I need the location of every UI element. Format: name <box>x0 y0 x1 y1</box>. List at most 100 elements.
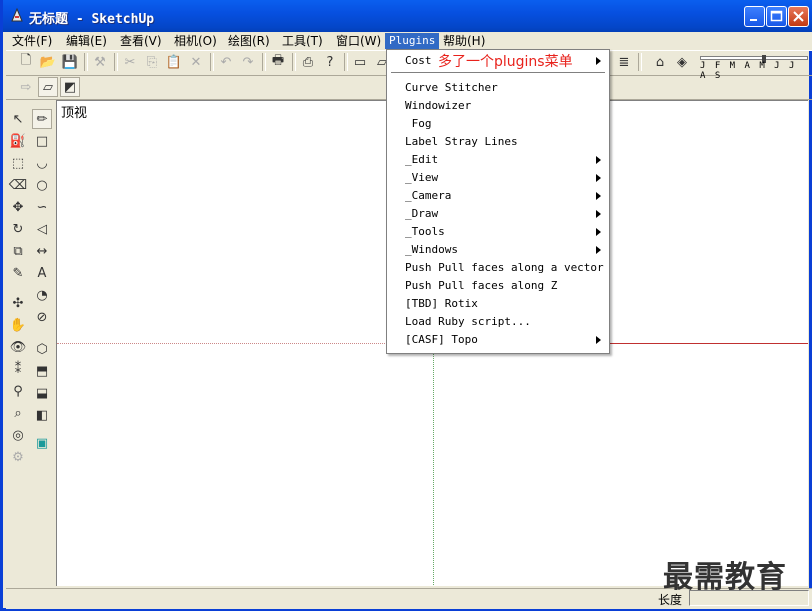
undo-icon[interactable]: ↶ <box>216 52 236 72</box>
make-component-icon[interactable]: ⚒ <box>90 52 110 72</box>
copy-icon[interactable]: ⎘ <box>142 52 162 72</box>
menu-item-push-pull-vector[interactable]: Push Pull faces along a vector <box>405 260 604 276</box>
annotation-callout: 多了一个plugins菜单 <box>438 54 573 70</box>
section-plane-icon[interactable]: ⇨ <box>16 77 36 97</box>
views-icon[interactable]: ▭ <box>350 52 370 72</box>
erase-icon[interactable]: ✕ <box>186 52 206 72</box>
menu-item-tools[interactable]: _Tools <box>405 224 445 240</box>
submenu-arrow-icon <box>596 336 601 344</box>
shadow-timeline[interactable]: J F M A M J J A S <box>700 55 808 81</box>
menu-item-windowizer[interactable]: Windowizer <box>405 98 471 114</box>
toolbar-separator <box>114 53 118 71</box>
menu-item-fog[interactable]: Fog <box>405 116 432 132</box>
toolbar-separator <box>210 53 214 71</box>
rectangle-icon[interactable]: □ <box>32 131 52 151</box>
shadow-settings-icon[interactable]: ⌂ <box>650 52 670 72</box>
menu-draw[interactable]: 绘图(R) <box>224 33 274 49</box>
menu-item-curve-stitcher[interactable]: Curve Stitcher <box>405 80 498 96</box>
walk-footprints-icon[interactable]: ⁑ <box>8 359 28 379</box>
xray-view-icon[interactable]: ▣ <box>32 433 52 453</box>
select-arrow-icon[interactable]: ↖ <box>8 109 28 129</box>
plugins-dropdown-menu: Cost Curve Stitcher Windowizer Fog Label… <box>386 49 610 354</box>
menu-item-draw[interactable]: _Draw <box>405 206 438 222</box>
scale-icon[interactable]: ⧉ <box>8 241 28 261</box>
circle-icon[interactable]: ○ <box>32 175 52 195</box>
previous-view-icon[interactable]: ⚙ <box>8 447 28 467</box>
menu-item-cost[interactable]: Cost <box>405 53 432 69</box>
print-icon[interactable]: 🖶 <box>268 52 288 72</box>
display-section-planes-icon[interactable]: ▱ <box>38 77 58 97</box>
submenu-arrow-icon <box>596 57 601 65</box>
paint-bucket-icon[interactable]: ⛽ <box>8 131 28 151</box>
display-section-cuts-icon[interactable]: ◩ <box>60 77 80 97</box>
zoom-extents-icon[interactable]: ◎ <box>8 425 28 445</box>
front-view-tool-icon[interactable]: ⬓ <box>32 383 52 403</box>
submenu-arrow-icon <box>596 192 601 200</box>
minimize-icon <box>750 19 757 21</box>
freehand-icon[interactable]: ∽ <box>32 197 52 217</box>
menu-camera[interactable]: 相机(O) <box>170 33 221 49</box>
open-folder-icon[interactable]: 📂 <box>38 52 58 72</box>
menu-item-edit[interactable]: _Edit <box>405 152 438 168</box>
menu-view[interactable]: 查看(V) <box>116 33 166 49</box>
orbit-icon[interactable]: ✣ <box>8 293 28 313</box>
zoom-window-icon[interactable]: ⌕ <box>8 403 28 423</box>
menu-item-casf-topo[interactable]: [CASF] Topo <box>405 332 478 348</box>
menu-item-load-ruby-script[interactable]: Load Ruby script... <box>405 314 531 330</box>
paste-icon[interactable]: 📋 <box>164 52 184 72</box>
menu-item-label-stray-lines[interactable]: Label Stray Lines <box>405 134 518 150</box>
menu-file[interactable]: 文件(F) <box>8 33 56 49</box>
cut-icon[interactable]: ✂ <box>120 52 140 72</box>
sketchup-app-icon <box>11 7 23 22</box>
pencil-line-icon[interactable]: ✏ <box>32 109 52 129</box>
toolbar-separator <box>344 53 348 71</box>
dimension-icon[interactable]: ↔ <box>32 241 52 261</box>
maximize-button[interactable] <box>766 6 787 27</box>
minimize-button[interactable] <box>744 6 765 27</box>
eraser-icon[interactable]: ⌫ <box>8 175 28 195</box>
menu-edit[interactable]: 编辑(E) <box>62 33 111 49</box>
watermark-logo: 最需教育 <box>663 560 787 595</box>
polygon-icon[interactable]: ◁ <box>32 219 52 239</box>
arc-icon[interactable]: ◡ <box>32 153 52 173</box>
axes-icon[interactable]: ⊘ <box>32 307 52 327</box>
maximize-icon <box>770 10 783 22</box>
display-shadows-icon[interactable]: ◈ <box>672 52 692 72</box>
timeline-track[interactable] <box>700 56 808 60</box>
tape-measure-icon[interactable]: ✎ <box>8 263 28 283</box>
menu-item-windows[interactable]: _Windows <box>405 242 458 258</box>
iso-view-tool-icon[interactable]: ⬡ <box>32 339 52 359</box>
menu-plugins[interactable]: Plugins <box>385 33 440 49</box>
top-view-tool-icon[interactable]: ⬒ <box>32 361 52 381</box>
look-around-eye-icon[interactable]: 👁 <box>8 337 28 357</box>
menu-item-rotix[interactable]: [TBD] Rotix <box>405 296 478 312</box>
make-component-tool-icon[interactable]: ⬚ <box>8 153 28 173</box>
title-bar[interactable]: 无标题 - SketchUp <box>3 0 812 32</box>
menu-item-camera[interactable]: _Camera <box>405 188 451 204</box>
model-info-icon[interactable]: ⎙ <box>298 52 318 72</box>
toolbar-separator <box>84 53 88 71</box>
menu-separator <box>391 72 605 73</box>
pan-hand-icon[interactable]: ✋ <box>8 315 28 335</box>
submenu-arrow-icon <box>596 156 601 164</box>
menu-item-push-pull-z[interactable]: Push Pull faces along Z <box>405 278 557 294</box>
context-help-icon[interactable]: ? <box>320 52 340 72</box>
layers-icon[interactable]: ≣ <box>614 52 634 72</box>
close-icon <box>793 11 804 22</box>
menu-window[interactable]: 窗口(W) <box>332 33 385 49</box>
right-view-tool-icon[interactable]: ◧ <box>32 405 52 425</box>
new-file-icon[interactable]: 🗋 <box>16 52 36 72</box>
close-button[interactable] <box>788 6 809 27</box>
menu-tools[interactable]: 工具(T) <box>278 33 327 49</box>
3d-text-icon[interactable]: A <box>32 263 52 283</box>
redo-icon[interactable]: ↷ <box>238 52 258 72</box>
zoom-icon[interactable]: ⚲ <box>8 381 28 401</box>
rotate-icon[interactable]: ↻ <box>8 219 28 239</box>
protractor-icon[interactable]: ◔ <box>32 285 52 305</box>
move-icon[interactable]: ✥ <box>8 197 28 217</box>
submenu-arrow-icon <box>596 228 601 236</box>
menu-item-view[interactable]: _View <box>405 170 438 186</box>
save-icon[interactable]: 💾 <box>60 52 80 72</box>
menu-help[interactable]: 帮助(H) <box>439 33 489 49</box>
submenu-arrow-icon <box>596 210 601 218</box>
